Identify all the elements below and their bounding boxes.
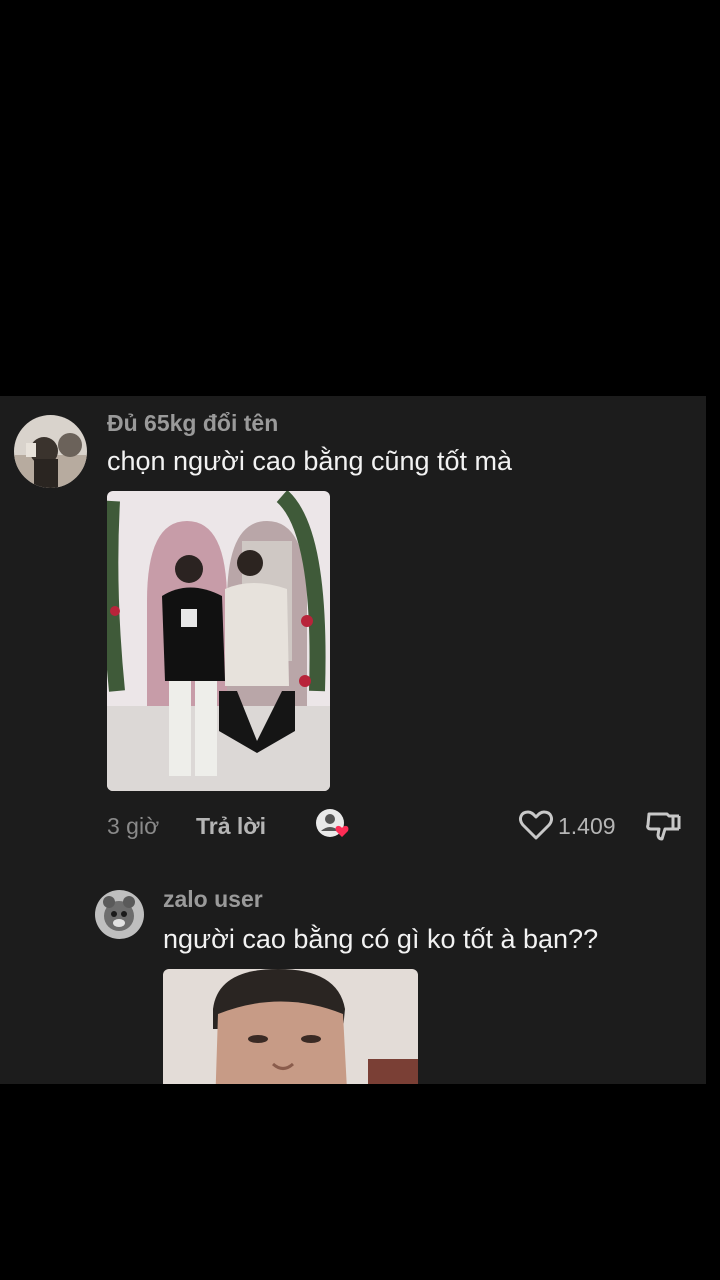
comment-username[interactable]: Đủ 65kg đổi tên bbox=[107, 410, 278, 437]
like-count: 1.409 bbox=[558, 813, 616, 839]
thumbs-down-icon[interactable] bbox=[645, 809, 683, 843]
comment-timestamp: 3 giờ bbox=[107, 813, 160, 839]
heart-outline-icon[interactable] bbox=[518, 809, 554, 841]
comment-text: chọn người cao bằng cũng tốt mà bbox=[107, 446, 513, 476]
comment-photo[interactable] bbox=[107, 491, 330, 791]
comments-panel: Đủ 65kg đổi tên chọn người cao bằng cũng… bbox=[0, 396, 706, 1084]
reply-username[interactable]: zalo user bbox=[163, 886, 263, 913]
reply-commenter-avatar[interactable] bbox=[95, 890, 144, 939]
reply-photo[interactable] bbox=[163, 969, 418, 1084]
commenter-avatar[interactable] bbox=[14, 415, 87, 488]
reply-text: người cao bằng có gì ko tốt à bạn?? bbox=[163, 924, 599, 954]
creator-liked-badge-icon bbox=[313, 807, 353, 841]
reply-button[interactable]: Trả lời bbox=[196, 813, 266, 840]
